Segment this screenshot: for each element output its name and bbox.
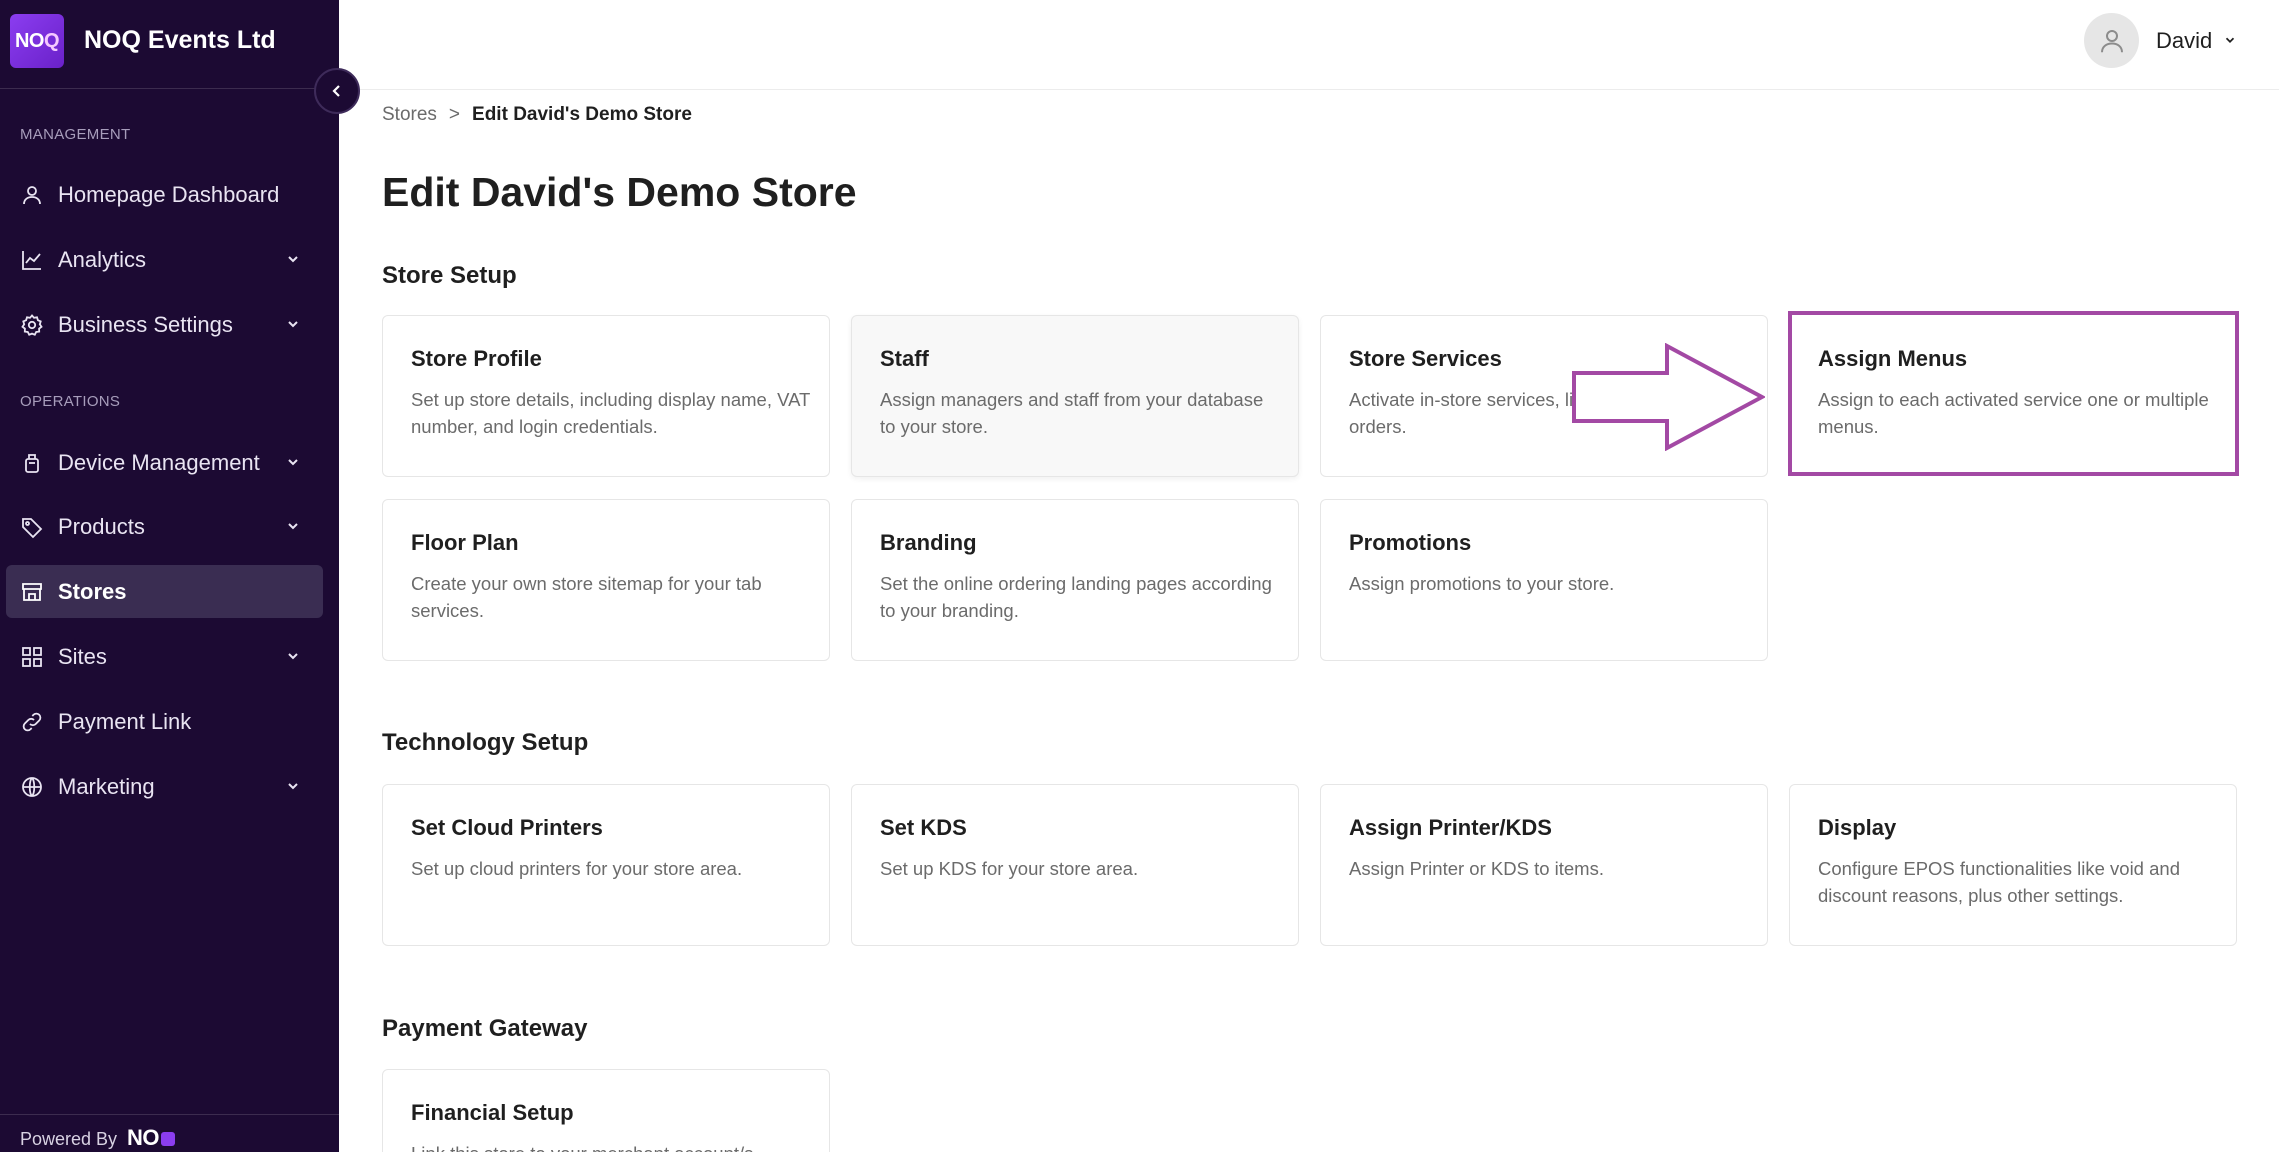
chevron-left-icon [332, 85, 340, 97]
card-description: Create your own store sitemap for your t… [411, 573, 762, 621]
company-name: NOQ Events Ltd [84, 26, 276, 54]
card-promotions[interactable]: Promotions Assign promotions to your sto… [1320, 499, 1768, 661]
breadcrumb-stores-link[interactable]: Stores [382, 104, 437, 126]
powered-by-footer: Powered By NO [0, 1114, 339, 1152]
card-description: Assign Printer or KDS to items. [1349, 858, 1604, 879]
card-set-cloud-printers[interactable]: Set Cloud Printers Set up cloud printers… [382, 784, 830, 946]
card-store-profile[interactable]: Store Profile Set up store details, incl… [382, 315, 830, 477]
sidebar-item-business-settings[interactable]: Business Settings [6, 298, 323, 351]
card-description: Set up KDS for your store area. [880, 858, 1139, 879]
chevron-down-icon [288, 321, 298, 328]
sidebar-item-analytics[interactable]: Analytics [6, 233, 323, 286]
breadcrumb: Stores > Edit David's Demo Store [382, 104, 692, 126]
powered-by-logo: NO [127, 1125, 175, 1151]
tag-icon [22, 518, 43, 539]
chart-icon [22, 251, 41, 270]
card-title: Store Services [1349, 346, 1502, 371]
breadcrumb-current: Edit David's Demo Store [472, 104, 692, 125]
section-label-management: MANAGEMENT [20, 126, 131, 143]
section-label-operations: OPERATIONS [20, 393, 121, 410]
sidebar-item-sites[interactable]: Sites [6, 630, 323, 683]
sidebar-item-label: Device Management [58, 449, 260, 475]
powered-logo-text: NO [127, 1125, 160, 1150]
card-title: Store Profile [411, 346, 542, 371]
top-bar: David [339, 0, 2279, 90]
chevron-down-icon [288, 256, 298, 263]
link-icon [22, 712, 42, 732]
grid-icon [22, 647, 42, 667]
card-title: Financial Setup [411, 1100, 574, 1125]
chevron-down-icon[interactable] [2223, 33, 2237, 47]
card-staff[interactable]: Staff Assign managers and staff from you… [851, 315, 1299, 477]
powered-by-label: Powered By [20, 1129, 118, 1149]
chevron-down-icon [288, 653, 298, 660]
card-set-kds[interactable]: Set KDS Set up KDS for your store area. [851, 784, 1299, 946]
user-menu-name[interactable]: David [2156, 28, 2212, 54]
card-title: Promotions [1349, 530, 1472, 555]
sidebar-item-payment-link[interactable]: Payment Link [6, 695, 323, 748]
card-assign-menus[interactable]: Assign Menus Assign to each activated se… [1789, 315, 2237, 477]
sidebar-item-homepage-dashboard[interactable]: Homepage Dashboard [6, 168, 323, 221]
section-title-store-setup: Store Setup [382, 262, 517, 289]
store-icon [22, 583, 42, 601]
card-description: Assign promotions to your store. [1349, 573, 1615, 594]
card-title: Staff [880, 346, 929, 371]
card-store-services[interactable]: Store Services Activate in-store service… [1320, 315, 1768, 477]
card-description: Set up store details, including display … [411, 389, 810, 437]
card-assign-printer-kds[interactable]: Assign Printer/KDS Assign Printer or KDS… [1320, 784, 1768, 946]
card-branding[interactable]: Branding Set the online ordering landing… [851, 499, 1299, 661]
section-title-payment-gateway: Payment Gateway [382, 1015, 588, 1042]
chevron-down-icon [288, 523, 298, 530]
card-description: Link this store to your merchant account… [411, 1140, 811, 1152]
card-title: Display [1818, 815, 1897, 840]
card-description: Set up cloud printers for your store are… [411, 858, 743, 879]
page-title: Edit David's Demo Store [382, 169, 857, 215]
card-title: Assign Printer/KDS [1349, 815, 1552, 840]
sidebar-item-label: Payment Link [58, 708, 192, 734]
card-description: Assign to each activated service one or … [1818, 389, 2209, 437]
user-icon [23, 186, 41, 205]
avatar[interactable] [2084, 13, 2139, 68]
user-avatar-icon [2100, 29, 2123, 52]
sidebar-item-stores[interactable]: Stores [6, 565, 323, 618]
company-logo[interactable]: NO Q [10, 14, 64, 68]
logo-mark-icon [161, 1132, 175, 1147]
card-floor-plan[interactable]: Floor Plan Create your own store sitemap… [382, 499, 830, 661]
card-description: Activate in-store services, li self-serv… [1349, 389, 1727, 437]
sidebar-item-products[interactable]: Products [6, 500, 323, 553]
card-title: Assign Menus [1818, 346, 1968, 371]
sidebar-item-label: Stores [58, 578, 127, 604]
sidebar-item-label: Business Settings [58, 311, 233, 337]
card-description: Assign managers and staff from your data… [880, 389, 1264, 437]
logo-text: NO [14, 29, 45, 52]
globe-icon [22, 777, 42, 797]
chevron-down-icon [288, 459, 298, 466]
sidebar-item-label: Homepage Dashboard [58, 181, 280, 207]
chevron-down-icon [288, 783, 298, 790]
sidebar-item-device-management[interactable]: Device Management [6, 436, 323, 489]
sidebar-item-label: Analytics [58, 246, 147, 272]
card-title: Set KDS [880, 815, 967, 840]
card-description: Configure EPOS functionalities like void… [1818, 858, 2180, 906]
card-display[interactable]: Display Configure EPOS functionalities l… [1789, 784, 2237, 946]
device-icon [25, 454, 39, 473]
breadcrumb-separator: > [448, 104, 461, 125]
logo-accent: Q [43, 29, 60, 52]
card-financial-setup[interactable]: Financial Setup Link this store to your … [382, 1069, 830, 1152]
card-description: Set the online ordering landing pages ac… [880, 573, 1272, 621]
sidebar: NO Q NOQ Events Ltd MANAGEMENT Homepage D… [0, 0, 339, 1152]
collapse-sidebar-button[interactable] [314, 68, 360, 114]
sidebar-item-label: Marketing [58, 773, 155, 799]
sidebar-item-label: Sites [58, 643, 107, 669]
sidebar-item-label: Products [58, 513, 145, 539]
gear-icon [21, 314, 43, 336]
card-title: Floor Plan [411, 530, 519, 555]
section-title-technology-setup: Technology Setup [382, 729, 589, 756]
card-title: Branding [880, 530, 977, 555]
card-title: Set Cloud Printers [411, 815, 603, 840]
sidebar-item-marketing[interactable]: Marketing [6, 760, 323, 813]
brand-header: NO Q NOQ Events Ltd [0, 0, 339, 89]
